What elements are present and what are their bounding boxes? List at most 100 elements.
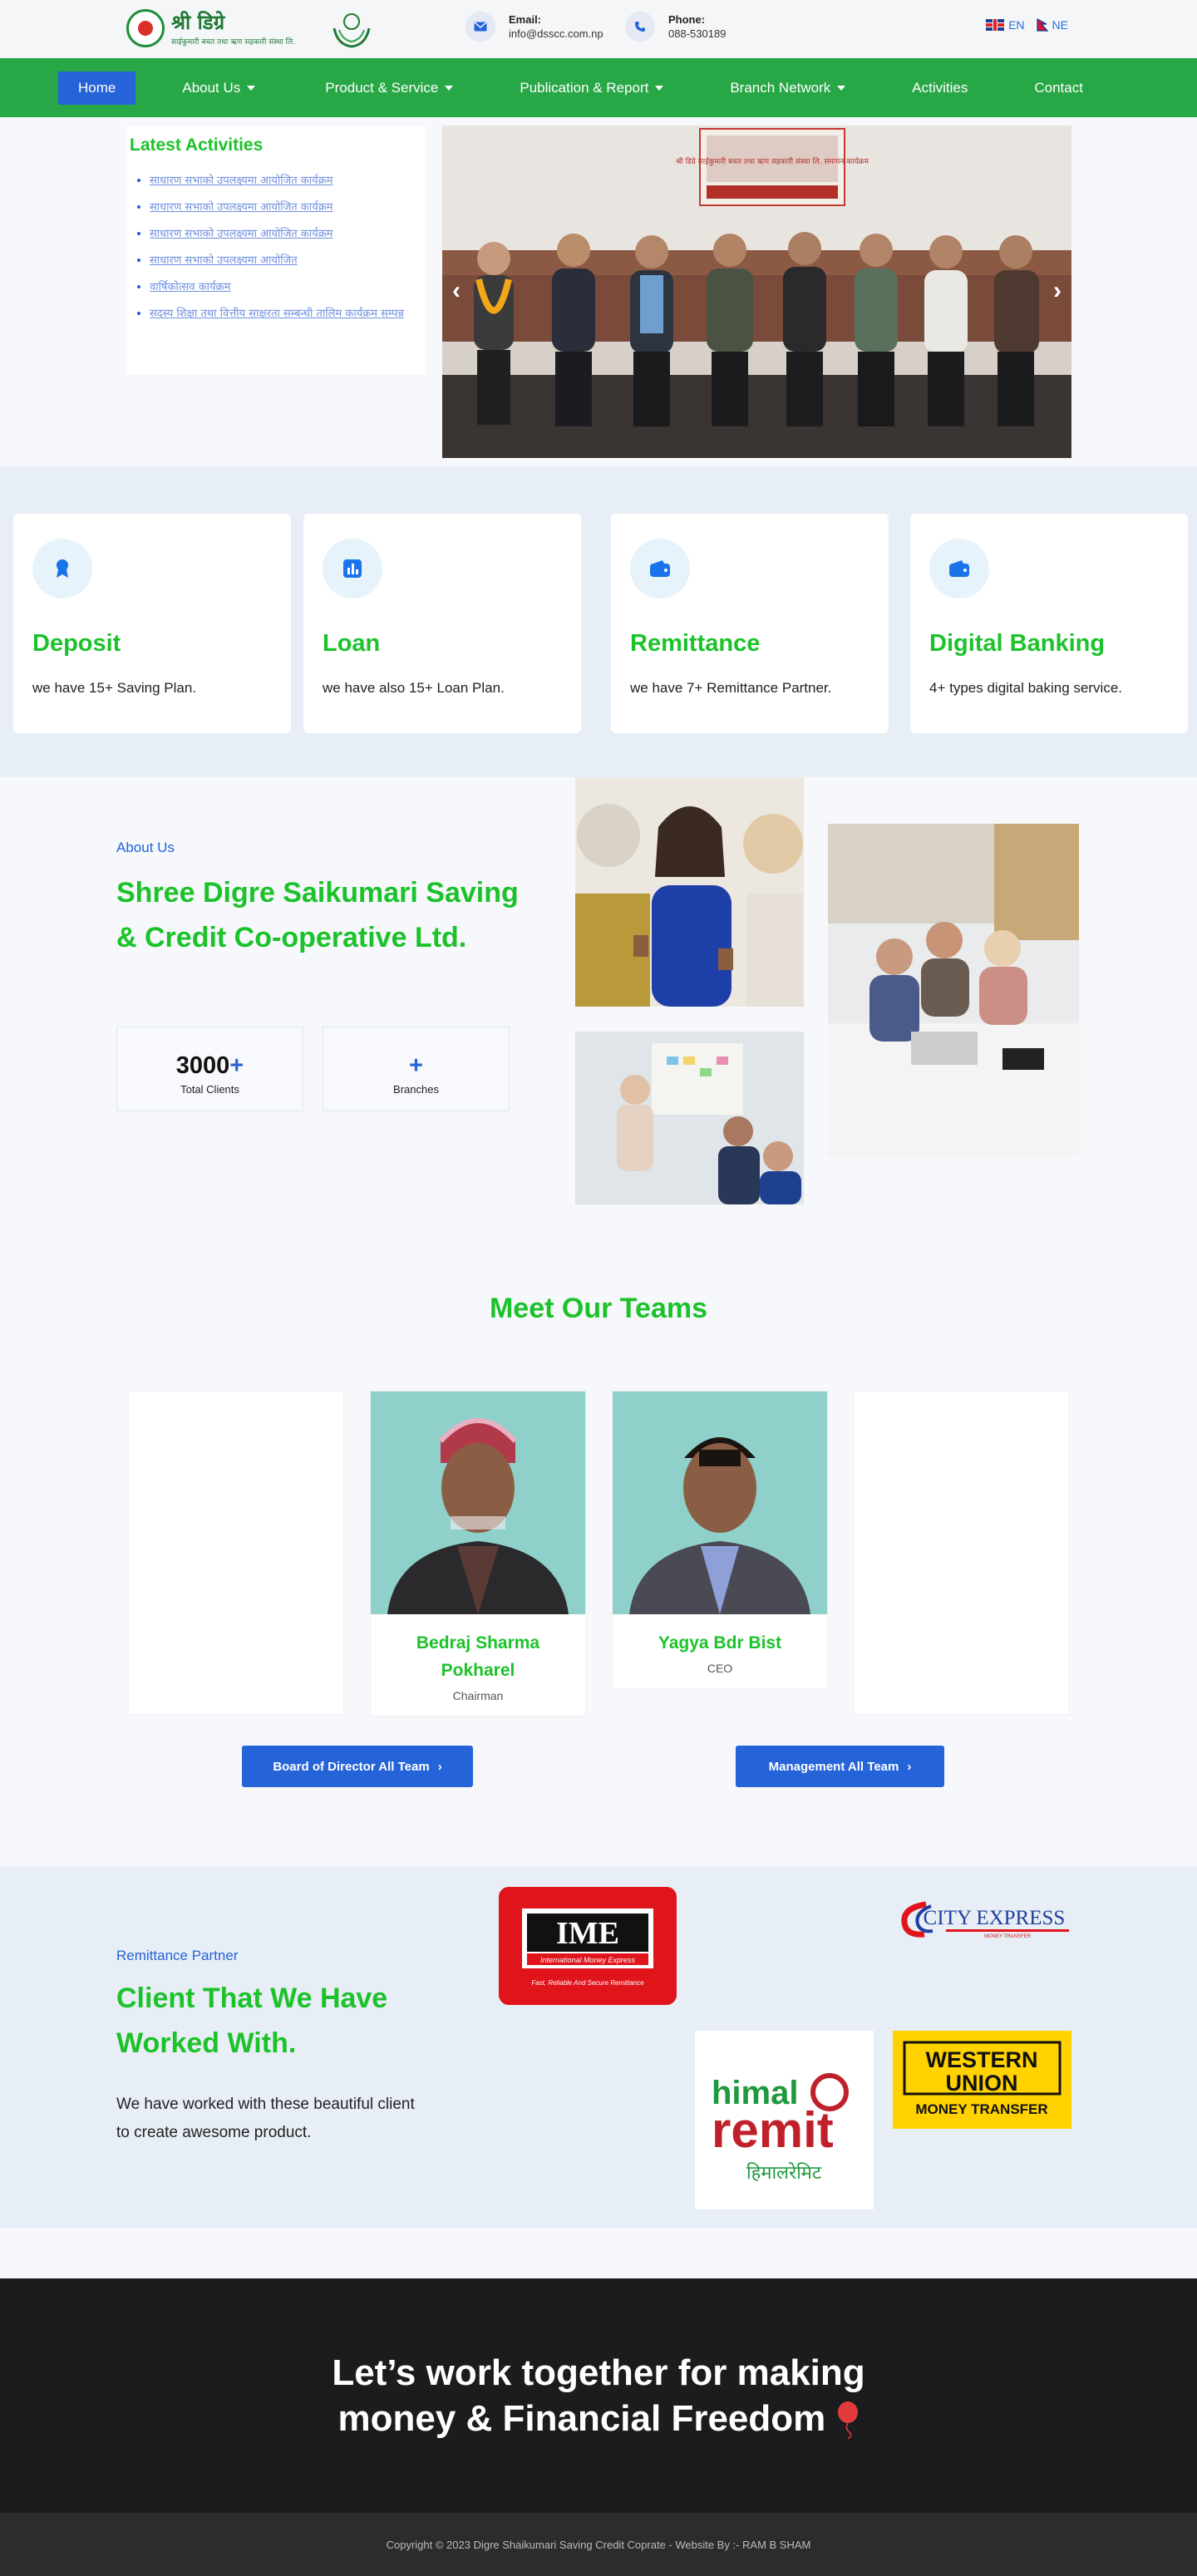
nav-publication-report[interactable]: Publication & Report: [520, 71, 664, 105]
stat-number: 3000: [175, 1052, 230, 1079]
nav-activities[interactable]: Activities: [912, 71, 968, 105]
main-nav: Home About Us Product & Service Publicat…: [0, 58, 1197, 117]
nav-product-service[interactable]: Product & Service: [325, 71, 454, 105]
logo-text: श्री डिग्रे साईकुमारी बचत तथा ऋण सहकारी …: [171, 11, 295, 47]
team-card[interactable]: Bedraj Sharma Pokharel Chairman: [370, 1391, 586, 1717]
team-member-role: CEO: [707, 1662, 733, 1675]
partners-desc: We have worked with these beautiful clie…: [116, 2096, 415, 2141]
nav-contact-label: Contact: [1034, 79, 1083, 96]
lang-ne-link[interactable]: NE: [1036, 18, 1068, 32]
activity-link[interactable]: साधारण सभाको उपलक्ष्यमा आयोजित कार्यक्रम: [150, 228, 332, 240]
email-label: Email:: [509, 12, 542, 26]
mail-icon: [466, 12, 495, 42]
lang-ne-label: NE: [1052, 18, 1068, 32]
team-member-name: Bedraj Sharma Pokharel: [416, 1633, 540, 1680]
team-card-placeholder: [128, 1391, 344, 1715]
balloon-icon: [837, 2401, 858, 2440]
email-link[interactable]: info@dsscc.com.np: [509, 27, 603, 40]
activity-link[interactable]: सदस्य शिक्षा तथा वित्तीय साक्षरता सम्बन्…: [150, 308, 404, 320]
activity-link[interactable]: साधारण सभाको उपलक्ष्यमा आयोजित: [150, 254, 298, 267]
group-photo: श्री डिग्रे साईकुमारी बचत तथा ऋण सहकारी …: [442, 126, 1071, 458]
logo-emblem-icon: [126, 9, 165, 47]
service-card-loan[interactable]: Loan we have also 15+ Loan Plan.: [303, 514, 581, 733]
service-title: Digital Banking: [929, 630, 1106, 657]
contact-email-text: Email: info@dsscc.com.np: [509, 12, 603, 42]
activity-link[interactable]: साधारण सभाको उपलक्ष्यमा आयोजित कार्यक्रम: [150, 201, 332, 214]
team-card[interactable]: Yagya Bdr Bist CEO: [612, 1391, 828, 1689]
hands-logo-icon: [332, 13, 371, 48]
about-photo-presentation: [575, 1032, 804, 1204]
stat-branches: + Branches: [323, 1027, 510, 1111]
nav-branch-network[interactable]: Branch Network: [730, 71, 846, 105]
stat-value: 3000+: [117, 1052, 303, 1080]
language-switcher: EN NE: [986, 18, 1068, 32]
wallet-icon: [929, 539, 989, 598]
chevron-down-icon: [247, 85, 256, 91]
footer-copyright: Copyright © 2023 Digre Shaikumari Saving…: [386, 2538, 811, 2551]
stat-value: +: [323, 1052, 509, 1080]
nav-home-label: Home: [78, 79, 116, 96]
service-title: Deposit: [32, 630, 121, 657]
himal-logo-main: remit: [712, 2102, 834, 2158]
management-team-button[interactable]: Management All Team ›: [736, 1746, 944, 1787]
activity-link[interactable]: साधारण सभाको उपलक्ष्यमा आयोजित कार्यक्रम: [150, 175, 332, 187]
activity-item[interactable]: साधारण सभाको उपलक्ष्यमा आयोजित कार्यक्रम: [150, 220, 422, 247]
site-logo[interactable]: श्री डिग्रे साईकुमारी बचत तथा ऋण सहकारी …: [126, 3, 372, 53]
about-photo-team-meeting: [828, 824, 1079, 1156]
ime-logo-text: IME: [556, 1916, 619, 1951]
nav-contact[interactable]: Contact: [1034, 71, 1083, 105]
chevron-right-icon: ›: [437, 1759, 442, 1774]
activity-item[interactable]: सदस्य शिक्षा तथा वित्तीय साक्षरता सम्बन्…: [150, 300, 422, 327]
activity-item[interactable]: साधारण सभाको उपलक्ष्यमा आयोजित: [150, 247, 422, 273]
ime-logo-tagline: Fast, Reliable And Secure Remittance: [531, 1979, 644, 1987]
stat-total-clients: 3000+ Total Clients: [116, 1027, 303, 1111]
activity-item[interactable]: साधारण सभाको उपलक्ष्यमा आयोजित कार्यक्रम: [150, 194, 422, 220]
phone-label: Phone:: [668, 12, 706, 26]
himal-remit-logo[interactable]: himal remit हिमालरेमिट: [695, 2031, 874, 2209]
western-union-logo[interactable]: WESTERN UNION MONEY TRANSFER: [893, 2031, 1071, 2129]
contact-email: Email: info@dsscc.com.np: [466, 12, 603, 42]
activity-item[interactable]: साधारण सभाको उपलक्ष्यमा आयोजित कार्यक्रम: [150, 167, 422, 194]
activities-list: साधारण सभाको उपलक्ष्यमा आयोजित कार्यक्रम…: [130, 167, 422, 327]
city-express-logo[interactable]: CITY EXPRESS MONEY TRANSFER: [896, 1896, 1071, 1943]
board-of-directors-button[interactable]: Board of Director All Team ›: [242, 1746, 473, 1787]
nav-home[interactable]: Home: [58, 71, 136, 105]
nav-about-us[interactable]: About Us: [182, 71, 256, 105]
footer: Copyright © 2023 Digre Shaikumari Saving…: [0, 2513, 1197, 2576]
lang-en-label: EN: [1008, 18, 1025, 32]
chevron-down-icon: [655, 85, 664, 91]
service-card-remittance[interactable]: Remittance we have 7+ Remittance Partner…: [611, 514, 889, 733]
team-member-photo: [613, 1391, 827, 1614]
activity-link[interactable]: वार्षिकोत्सव कार्यक्रम: [150, 281, 230, 293]
service-title: Loan: [323, 630, 381, 657]
service-card-deposit[interactable]: Deposit we have 15+ Saving Plan.: [13, 514, 291, 733]
service-card-digital-banking[interactable]: Digital Banking 4+ types digital baking …: [910, 514, 1188, 733]
section-spacer: [0, 2229, 1197, 2278]
ime-logo[interactable]: IME International Money Express Fast, Re…: [499, 1887, 677, 2005]
stat-plus: +: [409, 1052, 423, 1079]
latest-activities-title: Latest Activities: [130, 135, 264, 155]
nav-branch-network-label: Branch Network: [730, 79, 831, 96]
ime-logo-subtext: International Money Express: [540, 1956, 636, 1964]
banner-sign: श्री डिग्रे साईकुमारी बचत तथा ऋण सहकारी …: [676, 128, 869, 206]
board-button-label: Board of Director All Team: [273, 1759, 430, 1774]
management-button-label: Management All Team: [768, 1759, 899, 1774]
service-desc: we have also 15+ Loan Plan.: [323, 680, 505, 696]
wu-logo-line2: UNION: [946, 2071, 1018, 2096]
slider-next-icon[interactable]: ›: [1053, 277, 1062, 305]
phone-link[interactable]: 088-530189: [668, 27, 726, 40]
chevron-right-icon: ›: [907, 1759, 912, 1774]
nav-publication-report-label: Publication & Report: [520, 79, 649, 96]
slider-prev-icon[interactable]: ‹: [452, 277, 461, 305]
uk-flag-icon: [986, 19, 1005, 31]
service-title: Remittance: [630, 630, 761, 657]
cta-line-2: money & Financial Freedom: [337, 2398, 826, 2439]
lang-en-link[interactable]: EN: [986, 18, 1025, 32]
hero-slider[interactable]: श्री डिग्रे साईकुमारी बचत तथा ऋण सहकारी …: [442, 126, 1071, 458]
award-icon: [32, 539, 92, 598]
services-section: Deposit we have 15+ Saving Plan. Loan we…: [0, 466, 1197, 777]
activity-item[interactable]: वार्षिकोत्सव कार्यक्रम: [150, 273, 422, 300]
himal-logo-devanagari: हिमालरेमिट: [746, 2162, 822, 2184]
cta-heading: Let’s work together for making money & F…: [332, 2350, 865, 2441]
about-title: Shree Digre Saikumari Saving & Credit Co…: [116, 877, 519, 953]
